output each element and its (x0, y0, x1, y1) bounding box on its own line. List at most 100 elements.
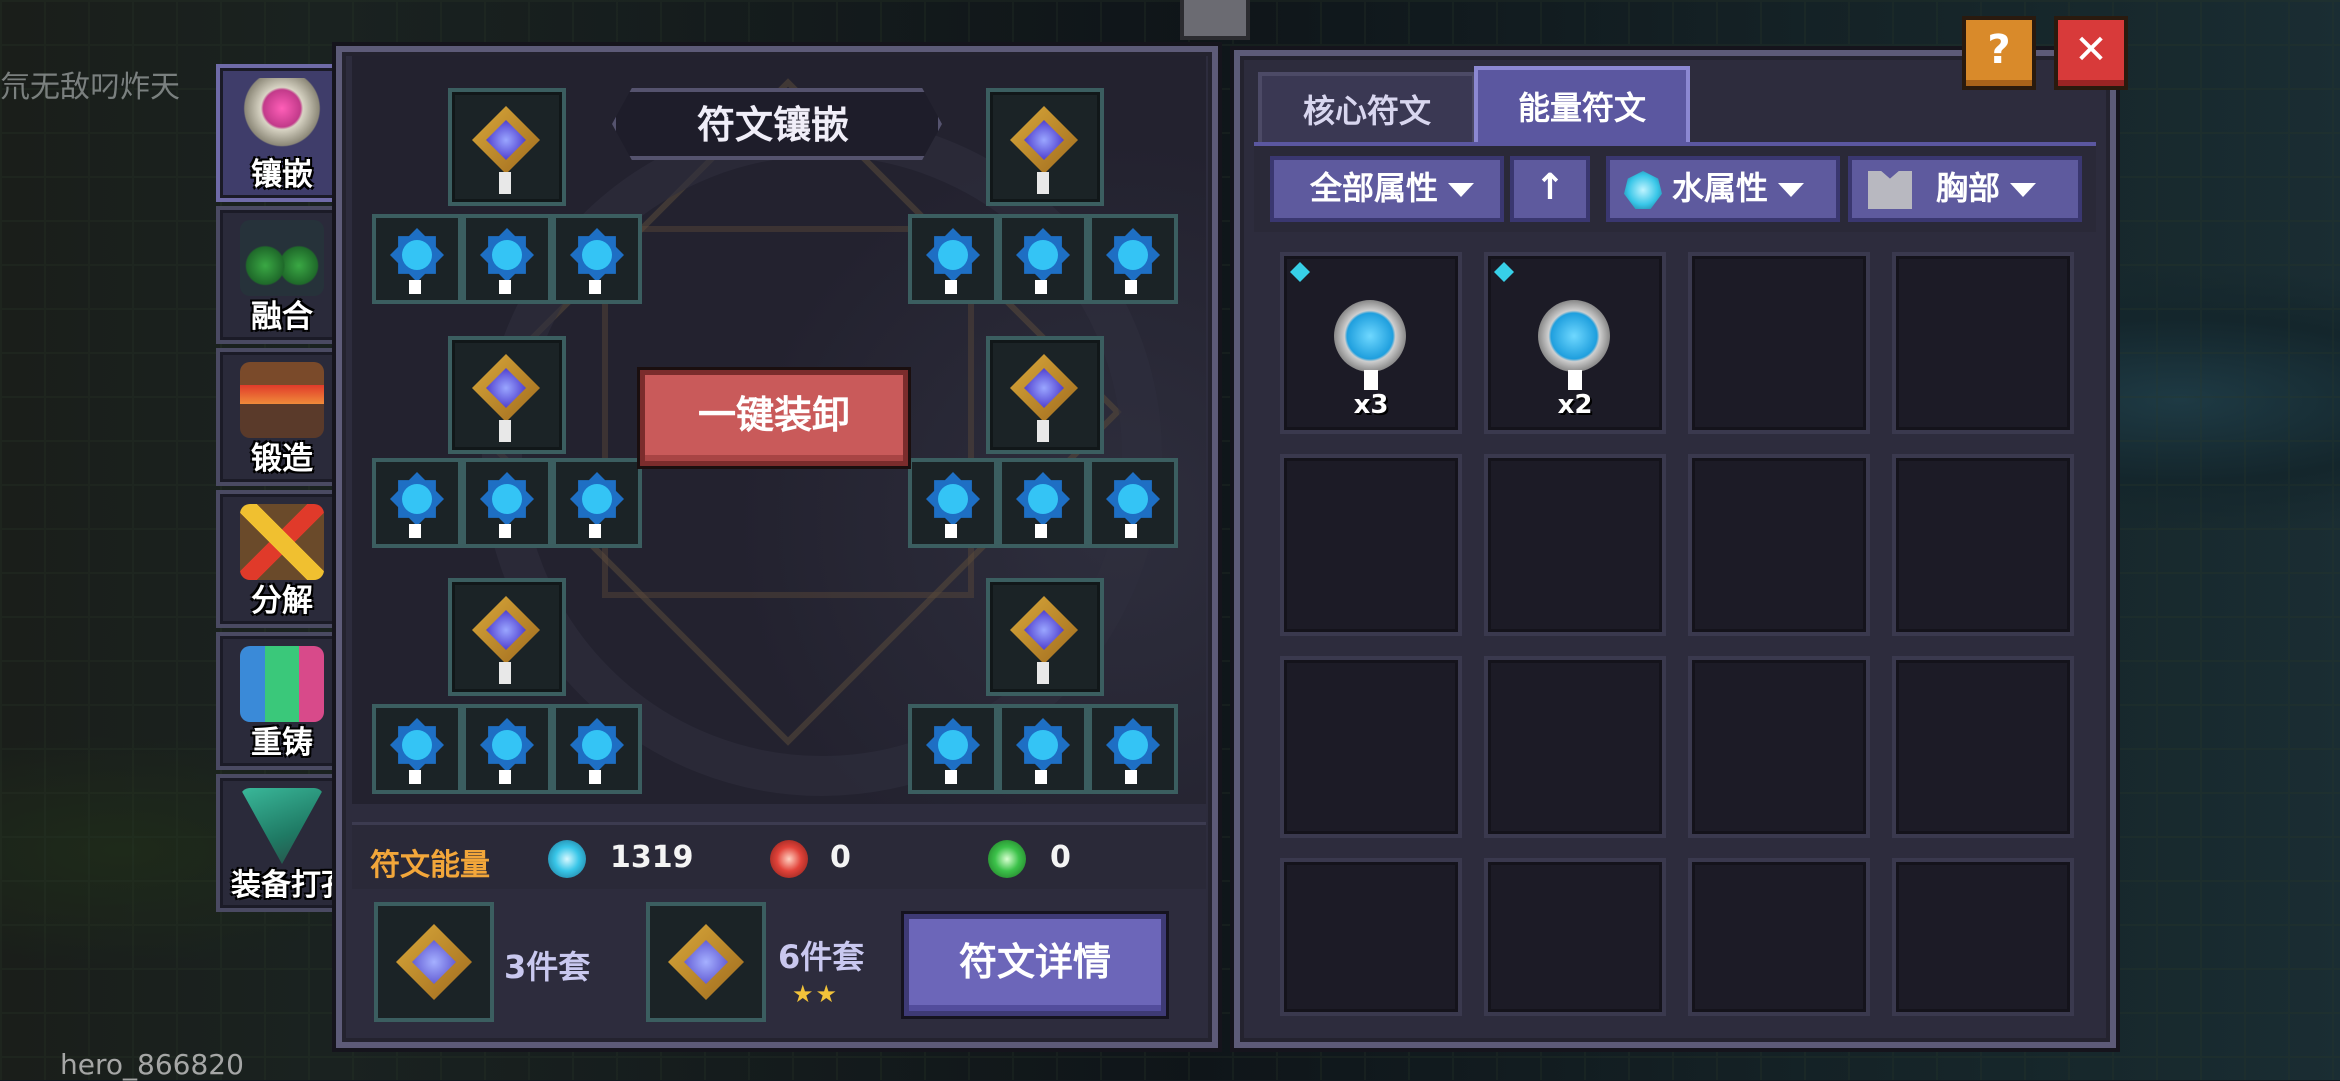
energy-rune-slot[interactable] (998, 214, 1088, 304)
tab-energy-runes[interactable]: 能量符文 (1474, 66, 1690, 148)
water-rune-icon (1106, 472, 1160, 526)
energy-rune-slot[interactable] (462, 704, 552, 794)
energy-rune-slot[interactable] (998, 704, 1088, 794)
panel-title: 符文镶嵌 (696, 103, 849, 147)
fire-energy-value: 0 (830, 840, 851, 875)
inventory-slot-empty[interactable] (1688, 454, 1870, 636)
energy-rune-slot[interactable] (462, 214, 552, 304)
energy-rune-slot[interactable] (908, 704, 998, 794)
energy-rune-slot[interactable] (908, 214, 998, 304)
core-rune-slot[interactable] (448, 88, 566, 206)
water-attribute-icon (1494, 262, 1514, 282)
fusion-icon (240, 220, 324, 296)
water-attribute-icon (1290, 262, 1310, 282)
chest-armor-icon (1868, 171, 1912, 209)
water-rune-icon (390, 718, 444, 772)
set-6-label: 6件套 (778, 938, 865, 976)
inventory-slot-empty[interactable] (1688, 858, 1870, 1016)
core-rune-slot[interactable] (986, 578, 1104, 696)
core-rune-icon (472, 354, 540, 422)
inventory-slot-empty[interactable] (1892, 454, 2074, 636)
help-button[interactable]: ? (1962, 16, 2036, 90)
water-rune-icon (1016, 228, 1070, 282)
set-3-icon-box[interactable] (374, 902, 494, 1022)
item-count: x3 (1353, 390, 1389, 420)
set-rune-icon (396, 924, 472, 1000)
sidebar-item-dismantle[interactable]: 分解 (216, 490, 348, 628)
sidebar-item-forge[interactable]: 锻造 (216, 348, 348, 486)
water-rune-icon (1106, 718, 1160, 772)
energy-rune-slot[interactable] (1088, 214, 1178, 304)
slot-filter-dropdown[interactable]: 胸部 (1848, 156, 2082, 222)
sidebar-item-label: 分解 (251, 583, 313, 619)
inventory-slot-empty[interactable] (1484, 656, 1666, 838)
energy-rune-slot[interactable] (908, 458, 998, 548)
inlay-icon (240, 78, 324, 154)
chevron-down-icon (1448, 183, 1475, 197)
chevron-down-icon (2010, 183, 2037, 197)
energy-label: 符文能量 (370, 848, 490, 883)
element-filter-dropdown[interactable]: 水属性 (1606, 156, 1840, 222)
energy-rune-slot[interactable] (372, 704, 462, 794)
sidebar-item-label: 锻造 (251, 441, 313, 477)
arrow-up-icon: ↑ (1534, 167, 1566, 208)
water-rune-icon (390, 228, 444, 282)
inventory-slot-empty[interactable] (1892, 858, 2074, 1016)
water-rune-icon (1016, 472, 1070, 526)
sidebar-item-recast[interactable]: 重铸 (216, 632, 348, 770)
energy-rune-slot[interactable] (552, 214, 642, 304)
energy-rune-slot[interactable] (372, 214, 462, 304)
sort-order-button[interactable]: ↑ (1510, 156, 1590, 222)
rune-detail-button[interactable]: 符文详情 (904, 914, 1166, 1016)
energy-rune-slot[interactable] (1088, 458, 1178, 548)
set-6-stars: ★★ (792, 980, 840, 1008)
sidebar-item-socket[interactable]: 装备打孔 (216, 774, 351, 912)
water-energy-value: 1319 (610, 840, 694, 875)
water-rune-icon (480, 718, 534, 772)
inventory-slot-empty[interactable] (1280, 454, 1462, 636)
energy-rune-slot[interactable] (552, 458, 642, 548)
core-rune-slot[interactable] (986, 88, 1104, 206)
inventory-slot-empty[interactable] (1892, 252, 2074, 434)
core-rune-icon (472, 106, 540, 174)
core-rune-slot[interactable] (448, 336, 566, 454)
water-rune-icon (570, 228, 624, 282)
inventory-slot-empty[interactable] (1892, 656, 2074, 838)
inventory-slot[interactable]: x2 (1484, 252, 1666, 434)
question-icon: ? (1987, 27, 2011, 73)
recast-icon (240, 646, 324, 722)
energy-rune-slot[interactable] (552, 704, 642, 794)
inventory-slot-empty[interactable] (1280, 858, 1462, 1016)
core-rune-icon (1010, 596, 1078, 664)
energy-rune-slot[interactable] (462, 458, 552, 548)
energy-rune-slot[interactable] (1088, 704, 1178, 794)
rune-level-marker (1568, 370, 1582, 390)
unequip-all-button[interactable]: 一键装卸 (640, 370, 908, 466)
sidebar-item-inlay[interactable]: 镶嵌 (216, 64, 348, 202)
core-rune-slot[interactable] (986, 336, 1104, 454)
set-3-label: 3件套 (504, 948, 591, 986)
core-rune-icon (1010, 106, 1078, 174)
energy-rune-slot[interactable] (372, 458, 462, 548)
water-rune-icon (1106, 228, 1160, 282)
sidebar-item-fusion[interactable]: 融合 (216, 206, 348, 344)
dismantle-icon (240, 504, 324, 580)
water-rune-icon (1334, 300, 1406, 372)
water-element-icon (1624, 171, 1662, 209)
tab-core-runes[interactable]: 核心符文 (1258, 72, 1476, 148)
inventory-slot[interactable]: x3 (1280, 252, 1462, 434)
energy-rune-slot[interactable] (998, 458, 1088, 548)
inventory-slot-empty[interactable] (1688, 656, 1870, 838)
inventory-slot-empty[interactable] (1280, 656, 1462, 838)
inventory-slot-empty[interactable] (1484, 454, 1666, 636)
core-rune-slot[interactable] (448, 578, 566, 696)
water-rune-icon (480, 472, 534, 526)
close-button[interactable]: ✕ (2054, 16, 2128, 90)
attribute-filter-dropdown[interactable]: 全部属性 (1270, 156, 1504, 222)
inventory-slot-empty[interactable] (1484, 858, 1666, 1016)
forge-icon (240, 362, 324, 438)
set-6-icon-box[interactable] (646, 902, 766, 1022)
core-rune-icon (472, 596, 540, 664)
water-rune-icon (390, 472, 444, 526)
inventory-slot-empty[interactable] (1688, 252, 1870, 434)
